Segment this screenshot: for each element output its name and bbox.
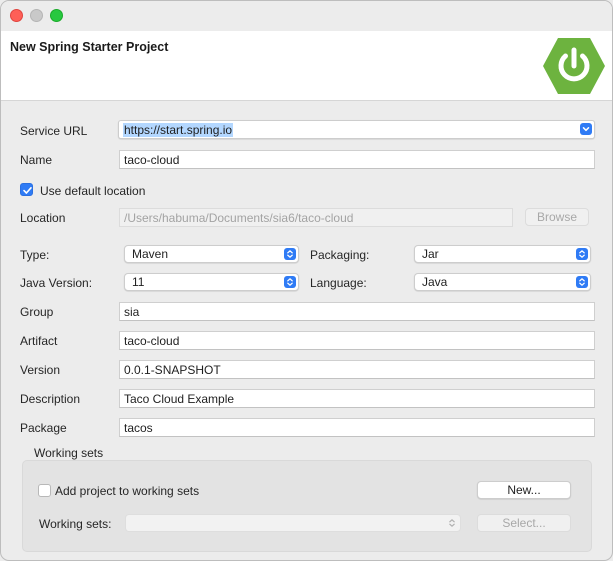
package-input[interactable]: tacos xyxy=(119,418,595,437)
select-working-sets-button: Select... xyxy=(477,514,571,532)
browse-button: Browse xyxy=(525,208,589,226)
version-label: Version xyxy=(20,363,61,377)
location-label: Location xyxy=(20,211,66,225)
service-url-combo[interactable]: https://start.spring.io xyxy=(118,120,595,139)
updown-chevron-icon xyxy=(576,276,588,288)
updown-chevron-icon xyxy=(284,276,296,288)
packaging-label: Packaging: xyxy=(310,248,370,262)
group-input[interactable]: sia xyxy=(119,302,595,321)
java-version-label: Java Version: xyxy=(20,276,93,290)
language-select[interactable]: Java xyxy=(414,273,591,291)
service-url-value: https://start.spring.io xyxy=(123,123,234,137)
type-label: Type: xyxy=(20,248,50,262)
group-label: Group xyxy=(20,305,54,319)
packaging-select[interactable]: Jar xyxy=(414,245,591,263)
package-label: Package xyxy=(20,421,67,435)
add-to-working-sets-label[interactable]: Add project to working sets xyxy=(55,484,199,498)
version-input[interactable]: 0.0.1-SNAPSHOT xyxy=(119,360,595,379)
checkmark-icon xyxy=(23,187,32,194)
updown-chevron-icon xyxy=(284,248,296,260)
maximize-window-button[interactable] xyxy=(50,9,63,22)
language-label: Language: xyxy=(310,276,367,290)
working-sets-select xyxy=(125,514,461,532)
type-select[interactable]: Maven xyxy=(124,245,299,263)
dialog-window: New Spring Starter Project Service URL h… xyxy=(0,0,613,561)
language-value: Java xyxy=(422,275,448,289)
java-version-select[interactable]: 11 xyxy=(124,273,299,291)
artifact-label: Artifact xyxy=(20,334,58,348)
use-default-location-checkbox[interactable] xyxy=(20,183,33,196)
description-label: Description xyxy=(20,392,81,406)
type-value: Maven xyxy=(132,247,169,261)
title-bar xyxy=(1,1,612,31)
updown-chevron-icon xyxy=(446,517,458,529)
packaging-value: Jar xyxy=(422,247,439,261)
working-sets-label: Working sets: xyxy=(39,517,112,531)
updown-chevron-icon xyxy=(576,248,588,260)
artifact-input[interactable]: taco-cloud xyxy=(119,331,595,350)
name-label: Name xyxy=(20,153,53,167)
description-input[interactable]: Taco Cloud Example xyxy=(119,389,595,408)
wizard-title: New Spring Starter Project xyxy=(10,40,169,54)
spring-power-icon xyxy=(543,38,605,94)
use-default-location-label[interactable]: Use default location xyxy=(40,184,145,198)
java-version-value: 11 xyxy=(132,275,145,289)
working-sets-group xyxy=(22,460,592,552)
service-url-label: Service URL xyxy=(20,124,88,138)
add-to-working-sets-checkbox[interactable] xyxy=(38,484,51,497)
chevron-down-icon[interactable] xyxy=(580,123,592,135)
wizard-banner: New Spring Starter Project xyxy=(1,31,612,101)
new-working-set-button[interactable]: New... xyxy=(477,481,571,499)
location-input: /Users/habuma/Documents/sia6/taco-cloud xyxy=(119,208,513,227)
working-sets-title: Working sets xyxy=(34,446,104,460)
close-window-button[interactable] xyxy=(10,9,23,22)
minimize-window-button[interactable] xyxy=(30,9,43,22)
name-input[interactable]: taco-cloud xyxy=(119,150,595,169)
